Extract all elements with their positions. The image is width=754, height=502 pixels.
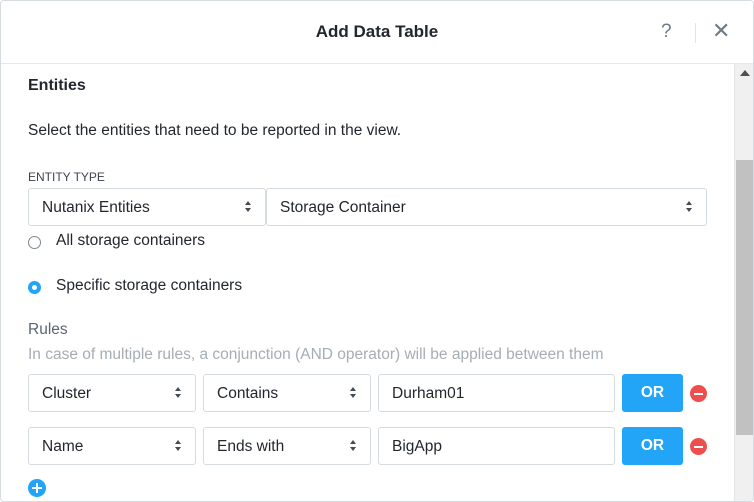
rule-value-input[interactable]: Durham01 — [378, 374, 615, 412]
remove-rule-icon[interactable] — [690, 438, 707, 455]
entity-type-label: ENTITY TYPE — [28, 170, 105, 184]
select-caret-icon — [175, 386, 183, 400]
rule-value-text: BigApp — [392, 438, 442, 455]
entities-description: Select the entities that need to be repo… — [28, 122, 402, 139]
select-caret-icon — [350, 439, 358, 453]
select-caret-icon — [245, 200, 253, 214]
rule-value-input[interactable]: BigApp — [378, 427, 615, 465]
scroll-up-arrow-icon[interactable] — [740, 70, 750, 76]
rules-hint: In case of multiple rules, a conjunction… — [28, 346, 604, 363]
rule-operator-value: Ends with — [217, 438, 285, 455]
radio-all-storage-containers[interactable]: All storage containers — [28, 232, 288, 254]
rule-operator-value: Contains — [217, 385, 279, 402]
dialog-header: Add Data Table ? ✕ — [1, 1, 753, 64]
rule-attribute-select[interactable]: Name — [28, 427, 196, 465]
entity-source-value: Nutanix Entities — [42, 199, 150, 216]
or-button[interactable]: OR — [622, 374, 683, 412]
entity-source-select[interactable]: Nutanix Entities — [28, 188, 266, 226]
rule-attribute-select[interactable]: Cluster — [28, 374, 196, 412]
select-caret-icon — [175, 439, 183, 453]
add-data-table-dialog: Add Data Table ? ✕ Entities Select the e… — [0, 0, 754, 502]
or-button[interactable]: OR — [622, 427, 683, 465]
remove-rule-icon[interactable] — [690, 385, 707, 402]
header-divider — [695, 23, 696, 43]
radio-specific-storage-containers[interactable]: Specific storage containers — [28, 277, 288, 299]
radio-button-icon[interactable] — [28, 236, 41, 249]
rule-operator-select[interactable]: Ends with — [203, 427, 371, 465]
select-caret-icon — [350, 386, 358, 400]
entity-type-value: Storage Container — [280, 199, 406, 216]
entity-type-select[interactable]: Storage Container — [266, 188, 707, 226]
select-caret-icon — [686, 200, 694, 214]
rule-value-text: Durham01 — [392, 385, 465, 402]
add-rule-icon[interactable] — [28, 479, 46, 497]
dialog-title: Add Data Table — [315, 22, 439, 41]
scrollbar-thumb[interactable] — [736, 160, 753, 435]
help-icon[interactable]: ? — [661, 21, 672, 43]
rule-operator-select[interactable]: Contains — [203, 374, 371, 412]
rule-attribute-value: Cluster — [42, 385, 92, 402]
dialog-body: Entities Select the entities that need t… — [1, 64, 734, 501]
radio-button-selected-icon[interactable] — [28, 281, 41, 294]
radio-label: All storage containers — [56, 232, 206, 249]
rules-title: Rules — [28, 321, 68, 338]
radio-label: Specific storage containers — [56, 277, 243, 294]
rule-attribute-value: Name — [42, 438, 84, 455]
entities-section-title: Entities — [28, 77, 86, 94]
vertical-scrollbar[interactable] — [734, 64, 753, 501]
close-icon[interactable]: ✕ — [712, 19, 730, 43]
